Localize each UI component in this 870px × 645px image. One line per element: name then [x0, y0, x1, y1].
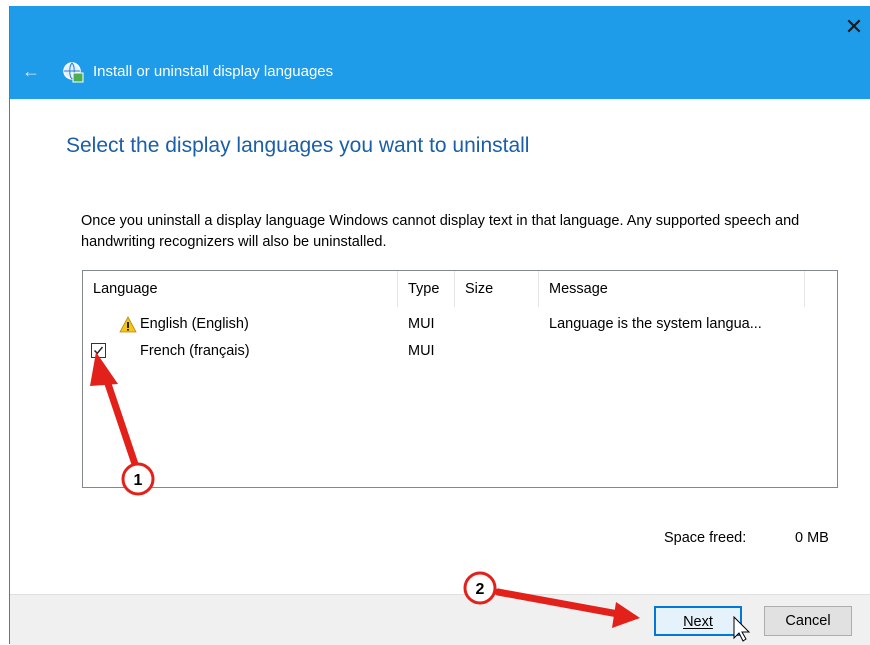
column-header-type[interactable]: Type — [398, 271, 455, 307]
dialog-window: ✕ ← Install or uninstall display languag… — [9, 6, 870, 645]
language-list[interactable]: Language Type Size Message English (Engl… — [82, 270, 838, 488]
language-message: Language is the system langua... — [549, 316, 762, 332]
language-type: MUI — [408, 343, 435, 359]
column-header-language[interactable]: Language — [83, 271, 398, 307]
next-button-label: Next — [683, 614, 713, 630]
list-row-english[interactable]: English (English) MUI Language is the sy… — [83, 311, 837, 338]
language-globe-icon — [63, 62, 84, 83]
language-name: French (français) — [140, 343, 250, 359]
window-title: Install or uninstall display languages — [93, 63, 334, 80]
language-name: English (English) — [140, 316, 249, 332]
column-header-size[interactable]: Size — [455, 271, 539, 307]
cancel-button[interactable]: Cancel — [764, 606, 852, 636]
space-freed-label: Space freed: — [664, 530, 747, 546]
warning-icon — [119, 316, 137, 333]
page-description: Once you uninstall a display language Wi… — [81, 213, 800, 250]
checkmark-icon — [94, 346, 104, 355]
french-checkbox[interactable] — [91, 343, 106, 358]
close-icon[interactable]: ✕ — [843, 16, 865, 38]
space-freed-value: 0 MB — [795, 530, 829, 546]
column-header-message[interactable]: Message — [539, 271, 805, 307]
list-row-french[interactable]: French (français) MUI — [83, 338, 837, 365]
title-bar: ✕ ← Install or uninstall display languag… — [10, 6, 870, 99]
page-heading: Select the display languages you want to… — [66, 134, 530, 157]
dialog-footer: Next Cancel — [10, 594, 870, 645]
language-type: MUI — [408, 316, 435, 332]
next-button[interactable]: Next — [654, 606, 742, 636]
back-arrow-icon[interactable]: ← — [22, 61, 42, 81]
